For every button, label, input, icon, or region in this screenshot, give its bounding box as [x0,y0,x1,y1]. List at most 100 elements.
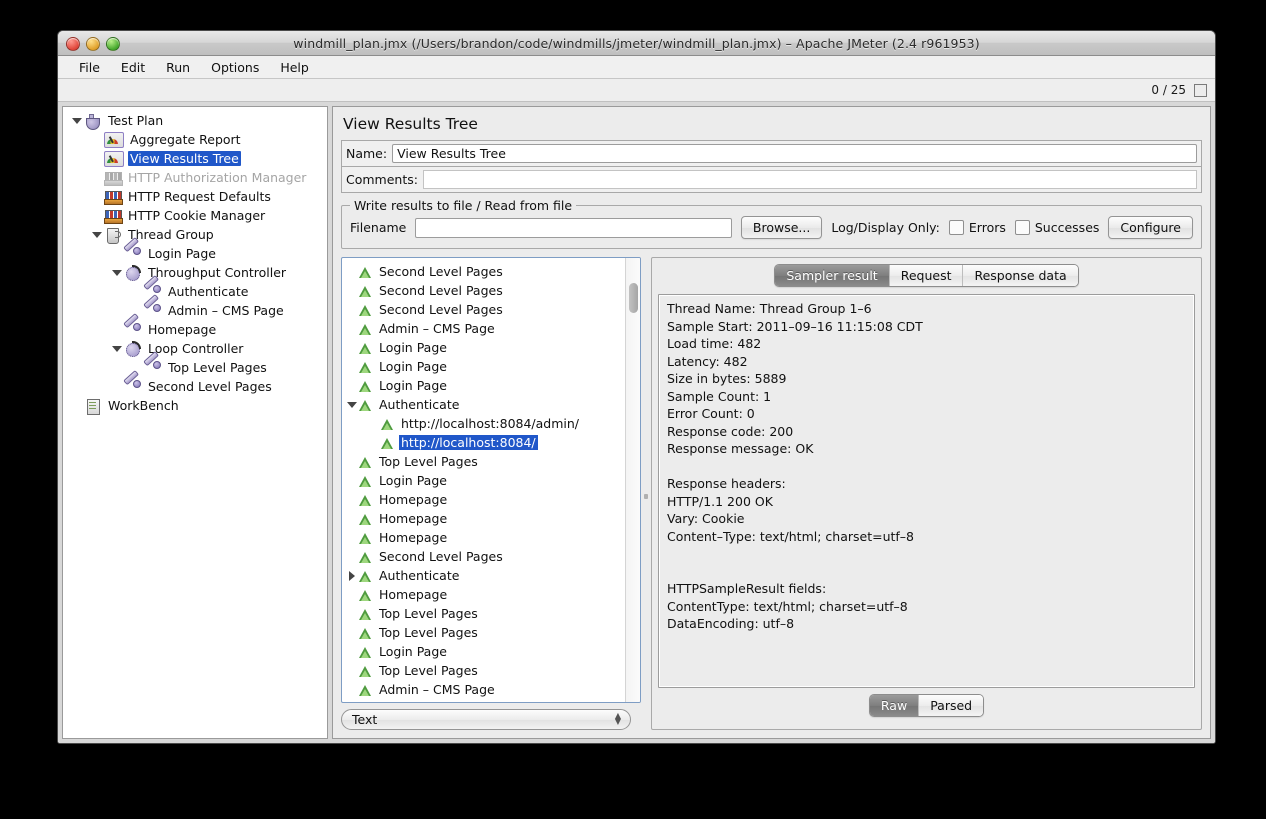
view-mode-toggle[interactable]: RawParsed [869,694,984,717]
log-display-only-label: Log/Display Only: [831,220,940,235]
tab-request[interactable]: Request [890,265,964,286]
tree-item[interactable]: Loop Controller [63,339,327,358]
result-list-item[interactable]: Second Level Pages [342,262,626,281]
result-list-item[interactable]: Login Page [342,357,626,376]
errors-checkbox-wrap[interactable]: Errors [949,220,1006,235]
render-type-row: Text ▲▼ [341,709,641,730]
result-list-item[interactable]: Homepage [342,490,626,509]
configure-button[interactable]: Configure [1108,216,1193,239]
results-scrollbar[interactable] [625,258,640,702]
tab-response-data[interactable]: Response data [963,265,1077,286]
result-list-item-label: Login Page [377,359,449,374]
tree-item[interactable]: Authenticate [63,282,327,301]
tree-item[interactable]: Test Plan [63,111,327,130]
tree-item[interactable]: Homepage [63,320,327,339]
close-button[interactable] [66,37,80,51]
browse-button[interactable]: Browse... [741,216,822,239]
filename-input[interactable] [415,218,732,238]
window-controls[interactable] [66,37,120,51]
tree-item[interactable]: HTTP Request Defaults [63,187,327,206]
tree-item[interactable]: HTTP Authorization Manager [63,168,327,187]
chevron-down-icon[interactable] [346,402,358,408]
result-list-item[interactable]: Second Level Pages [342,281,626,300]
result-list-item[interactable]: Admin – CMS Page [342,680,626,699]
result-list-item-label: Second Level Pages [377,283,505,298]
tree-item-label: HTTP Cookie Manager [126,208,267,223]
result-list-item[interactable]: Top Level Pages [342,604,626,623]
result-list-item[interactable]: Top Level Pages [342,623,626,642]
tree-item-label: Second Level Pages [146,379,274,394]
minimize-button[interactable] [86,37,100,51]
result-list-item-label: Top Level Pages [377,663,480,678]
tree-item-label: Test Plan [106,113,165,128]
view-mode-parsed[interactable]: Parsed [919,695,983,716]
view-mode-raw[interactable]: Raw [870,695,919,716]
result-list-item-label: Second Level Pages [377,302,505,317]
tree-item[interactable]: View Results Tree [63,149,327,168]
tree-item[interactable]: Login Page [63,244,327,263]
errors-checkbox[interactable] [949,220,964,235]
chevron-right-icon[interactable] [346,571,358,581]
splitter-grip-icon[interactable] [644,494,648,499]
tab-sampler-result[interactable]: Sampler result [775,265,889,286]
tree-item[interactable]: Throughput Controller [63,263,327,282]
menu-bar: File Edit Run Options Help [58,56,1215,79]
result-list-item-label: http://localhost:8084/ [399,435,538,450]
errors-label: Errors [969,220,1006,235]
tree-item[interactable]: Top Level Pages [63,358,327,377]
success-triangle-icon [358,341,373,355]
pane-splitter[interactable] [641,257,651,730]
result-list-item[interactable]: Authenticate [342,566,626,585]
results-list[interactable]: Second Level Pages Second Level Pages Seco… [341,257,641,703]
result-list-item[interactable]: http://localhost:8084/ [342,433,626,452]
flask-icon [84,113,102,129]
successes-checkbox-wrap[interactable]: Successes [1015,220,1100,235]
success-triangle-icon [358,322,373,336]
success-triangle-icon [358,379,373,393]
chevron-down-icon[interactable] [89,232,104,238]
toolbar-strip: 0 / 25 [58,79,1215,102]
view-mode-row: RawParsed [658,694,1195,724]
menu-options[interactable]: Options [202,58,268,77]
chevron-down-icon[interactable] [69,118,84,124]
result-list-item[interactable]: Homepage [342,585,626,604]
render-type-select[interactable]: Text ▲▼ [341,709,631,730]
result-list-item[interactable]: Admin – CMS Page [342,319,626,338]
result-list-item[interactable]: Top Level Pages [342,661,626,680]
result-list-item[interactable]: Login Page [342,471,626,490]
result-list-item[interactable]: Login Page [342,376,626,395]
test-plan-tree[interactable]: Test Plan Aggregate ReportView Results Tr… [62,106,328,739]
result-list-item[interactable]: Authenticate [342,395,626,414]
successes-checkbox[interactable] [1015,220,1030,235]
name-input[interactable]: View Results Tree [392,144,1197,163]
menu-run[interactable]: Run [157,58,199,77]
result-list-item[interactable]: Homepage [342,528,626,547]
pipette-icon [144,303,162,319]
zoom-button[interactable] [106,37,120,51]
chevron-down-icon[interactable] [109,346,124,352]
warning-indicator-icon[interactable] [1194,84,1207,97]
tree-item[interactable]: Aggregate Report [63,130,327,149]
menu-help[interactable]: Help [271,58,318,77]
result-list-item[interactable]: Homepage [342,509,626,528]
tree-item[interactable]: Second Level Pages [63,377,327,396]
menu-file[interactable]: File [70,58,109,77]
chevron-down-icon[interactable] [109,270,124,276]
tree-item[interactable]: Thread Group [63,225,327,244]
tree-item[interactable]: Admin – CMS Page [63,301,327,320]
detail-tabs[interactable]: Sampler resultRequestResponse data [774,264,1078,287]
gauge-icon [104,132,124,148]
success-triangle-icon [358,626,373,640]
result-list-item[interactable]: Login Page [342,642,626,661]
menu-edit[interactable]: Edit [112,58,154,77]
result-list-item[interactable]: Top Level Pages [342,452,626,471]
tree-item[interactable]: HTTP Cookie Manager [63,206,327,225]
result-list-item[interactable]: Second Level Pages [342,300,626,319]
test-tube-rack-icon [104,189,122,205]
result-list-item[interactable]: http://localhost:8084/admin/ [342,414,626,433]
results-scrollbar-thumb[interactable] [629,283,638,313]
result-list-item[interactable]: Login Page [342,338,626,357]
comments-input[interactable] [423,170,1197,189]
result-list-item[interactable]: Second Level Pages [342,547,626,566]
tree-item[interactable]: WorkBench [63,396,327,415]
